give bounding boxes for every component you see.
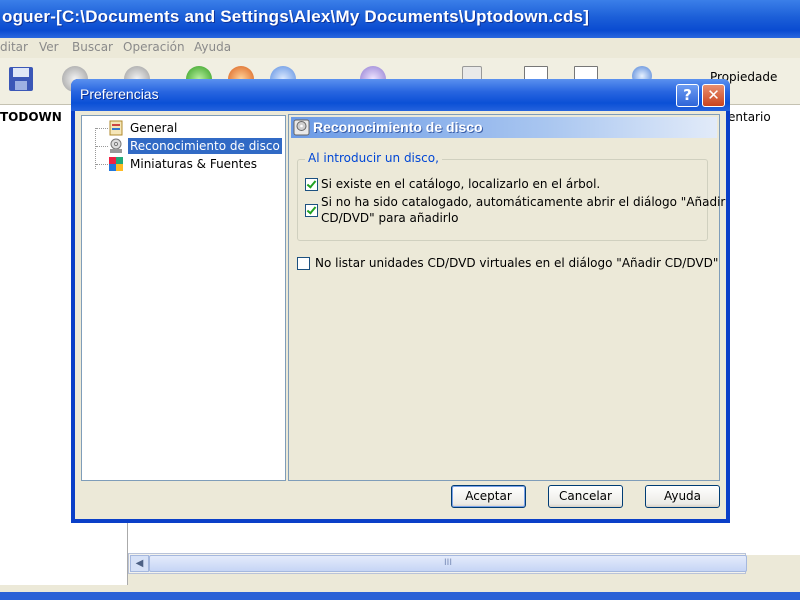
accept-button[interactable]: Aceptar — [451, 485, 526, 508]
locate-in-tree-checkbox[interactable] — [305, 178, 318, 191]
scroll-left-icon[interactable]: ◀ — [130, 555, 149, 572]
status-bar — [0, 592, 800, 600]
menu-buscar[interactable]: Buscar — [72, 40, 113, 54]
panel-title: Reconocimiento de disco — [313, 119, 483, 135]
menu-operacion[interactable]: Operación — [123, 40, 185, 54]
scroll-thumb[interactable]: III — [149, 555, 747, 572]
disc-icon — [110, 138, 122, 153]
main-window-titlebar: oguer-[C:\Documents and Settings\Alex\My… — [0, 0, 800, 38]
locate-in-tree-label[interactable]: Si existe en el catálogo, localizarlo en… — [321, 176, 600, 192]
tree-branch — [96, 164, 108, 165]
group-label: Al introducir un disco, — [305, 151, 442, 165]
tree-item-label: General — [130, 121, 178, 135]
preferences-tree: General Reconocimiento de disco Miniatur… — [81, 115, 286, 481]
help-button[interactable]: Ayuda — [645, 485, 720, 508]
close-icon[interactable]: ✕ — [702, 84, 725, 107]
help-icon[interactable]: ? — [676, 84, 699, 107]
menu-ayuda[interactable]: Ayuda — [194, 40, 231, 54]
preferences-dialog: Preferencias ? ✕ General Reconocimiento … — [71, 79, 730, 523]
main-window-title: oguer-[C:\Documents and Settings\Alex\My… — [2, 7, 590, 26]
thumbnails-icon — [109, 157, 123, 171]
panel-header: Reconocimiento de disco — [291, 117, 717, 138]
tree-branch — [96, 146, 108, 147]
skip-virtual-drives-checkbox[interactable] — [297, 257, 310, 270]
dialog-titlebar[interactable]: Preferencias ? ✕ — [71, 79, 730, 111]
horizontal-scrollbar[interactable]: ◀ III — [128, 553, 747, 574]
cancel-button[interactable]: Cancelar — [548, 485, 623, 508]
tree-branch — [96, 128, 108, 129]
menu-editar[interactable]: ditar — [0, 40, 28, 54]
catalog-root-label[interactable]: TODOWN — [0, 110, 62, 124]
general-icon — [109, 120, 123, 136]
column-header-comentario[interactable]: entario — [728, 110, 771, 124]
disc-recognition-icon — [293, 119, 310, 136]
tree-connector — [95, 128, 96, 169]
menu-ver[interactable]: Ver — [39, 40, 59, 54]
dialog-body: General Reconocimiento de disco Miniatur… — [75, 111, 726, 519]
auto-open-add-checkbox[interactable] — [305, 204, 318, 217]
auto-open-add-label-line1[interactable]: Si no ha sido catalogado, automáticament… — [321, 194, 725, 210]
settings-panel: Reconocimiento de disco Al introducir un… — [288, 114, 725, 481]
tree-item-label: Miniaturas & Fuentes — [130, 157, 257, 171]
dialog-title: Preferencias — [80, 86, 159, 102]
tree-item-label: Reconocimiento de disco — [128, 138, 282, 154]
skip-virtual-drives-label[interactable]: No listar unidades CD/DVD virtuales en e… — [315, 255, 718, 271]
save-icon[interactable] — [8, 66, 34, 92]
auto-open-add-label-line2[interactable]: CD/DVD" para añadirlo — [321, 210, 458, 226]
menu-bar: ditar Ver Buscar Operación Ayuda — [0, 38, 800, 58]
